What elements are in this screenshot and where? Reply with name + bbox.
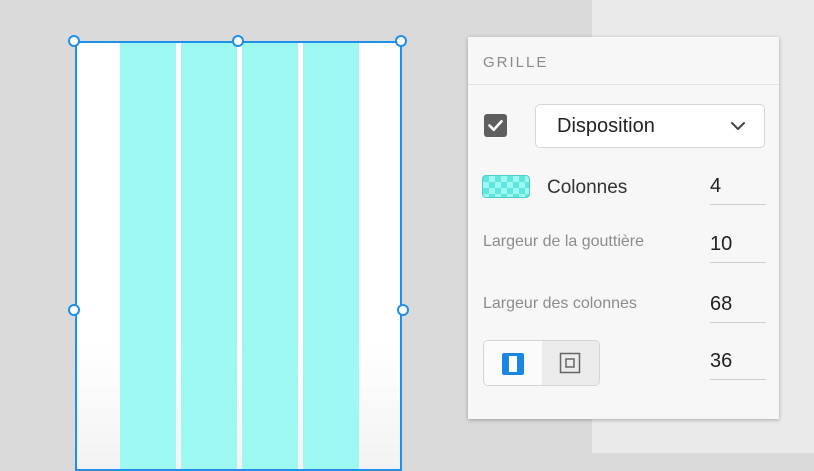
chevron-down-icon [731,122,745,130]
resize-handle-middle-right[interactable] [397,304,409,316]
resize-handle-top-left[interactable] [68,35,80,47]
dropdown-selected-value: Disposition [557,115,655,137]
resize-handle-middle-left[interactable] [68,304,80,316]
grid-column [242,43,298,469]
different-margins-button[interactable] [542,341,599,385]
grid-column [120,43,176,469]
divider [468,84,779,85]
section-title: GRILLE [483,54,549,71]
columns-label: Colonnes [547,177,628,198]
artboard[interactable] [75,41,402,471]
different-margins-icon [559,352,581,374]
gutter-width-input[interactable] [710,233,766,256]
grid-column [303,43,359,469]
grid-type-dropdown[interactable]: Disposition [535,104,765,148]
columns-input[interactable] [710,175,766,198]
column-width-field[interactable] [710,293,766,323]
resize-handle-top-center[interactable] [232,35,244,47]
checkmark-icon [488,119,503,132]
grid-panel: GRILLE Disposition Colonnes Largeur de l… [468,37,779,419]
margin-field[interactable] [710,350,766,380]
columns-field[interactable] [710,175,766,205]
resize-handle-top-right[interactable] [395,35,407,47]
column-width-input[interactable] [710,293,766,316]
linked-margins-button[interactable] [484,341,543,385]
grid-column [181,43,237,469]
column-width-label: Largeur des colonnes [483,295,637,312]
gutter-width-field[interactable] [710,233,766,263]
layout-grid-checkbox[interactable] [484,114,507,137]
margin-mode-toggle [483,340,600,386]
grid-color-swatch[interactable] [482,175,530,198]
gutter-width-label: Largeur de la gouttière [483,233,644,250]
margin-input[interactable] [710,350,766,373]
linked-margins-icon [502,353,524,375]
